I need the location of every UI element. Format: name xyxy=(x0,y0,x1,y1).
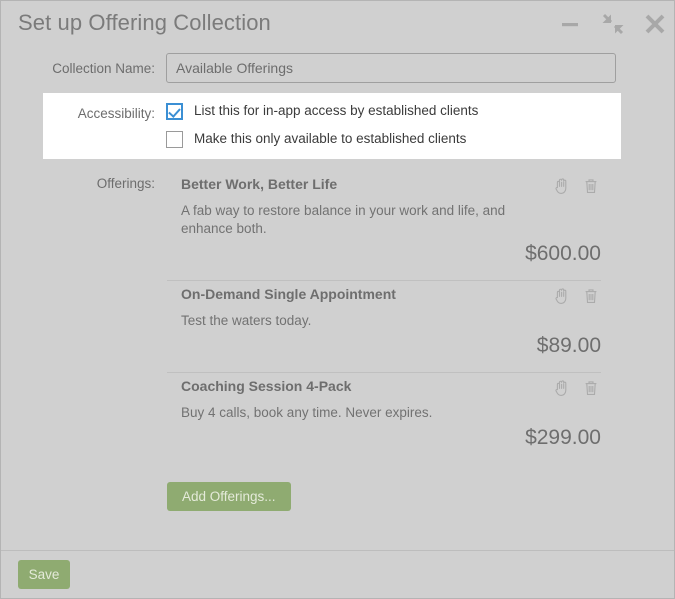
trash-icon[interactable] xyxy=(581,176,601,196)
offering-title: Better Work, Better Life xyxy=(181,176,338,192)
checkbox-established-clients-only[interactable] xyxy=(166,131,183,148)
offering-price: $89.00 xyxy=(536,334,601,357)
collection-name-row: Collection Name: xyxy=(1,53,674,87)
footer-divider xyxy=(1,550,674,551)
minimize-icon xyxy=(562,23,578,27)
save-button[interactable]: Save xyxy=(18,560,70,589)
offering-actions xyxy=(552,378,601,398)
offering-actions xyxy=(552,286,601,306)
trash-icon[interactable] xyxy=(581,378,601,398)
offering-description: Buy 4 calls, book any time. Never expire… xyxy=(181,405,433,420)
offering-item: On-Demand Single Appointment Test the wa… xyxy=(167,280,601,372)
title-bar: Set up Offering Collection xyxy=(1,1,674,47)
add-offerings-button[interactable]: Add Offerings... xyxy=(167,482,291,511)
offering-item: Coaching Session 4-Pack Buy 4 calls, boo… xyxy=(167,372,601,464)
offering-description: Test the waters today. xyxy=(181,313,312,328)
offering-item: Better Work, Better Life A fab way to re… xyxy=(167,171,601,280)
offerings-label: Offerings: xyxy=(96,176,155,191)
accessibility-panel: Accessibility: List this for in-app acce… xyxy=(43,93,621,159)
offering-description: A fab way to restore balance in your wor… xyxy=(181,203,506,236)
checkbox-label-list-in-app-access[interactable]: List this for in-app access by establish… xyxy=(194,103,478,118)
restore-down-icon xyxy=(602,13,624,35)
window-title: Set up Offering Collection xyxy=(18,10,271,35)
minimize-button[interactable] xyxy=(555,9,585,39)
restore-button[interactable] xyxy=(598,9,628,39)
checkbox-label-established-clients-only[interactable]: Make this only available to established … xyxy=(194,131,466,146)
offering-price: $600.00 xyxy=(525,242,601,265)
close-button[interactable] xyxy=(640,9,670,39)
collection-name-input[interactable] xyxy=(166,53,616,83)
hand-icon[interactable] xyxy=(552,176,572,196)
offering-title: Coaching Session 4-Pack xyxy=(181,378,352,394)
offering-title: On-Demand Single Appointment xyxy=(181,286,396,302)
checkbox-list-in-app-access[interactable] xyxy=(166,103,183,120)
offerings-list: Better Work, Better Life A fab way to re… xyxy=(167,171,601,464)
collection-name-label: Collection Name: xyxy=(52,61,155,76)
close-icon xyxy=(645,14,665,34)
offering-actions xyxy=(552,176,601,196)
hand-icon[interactable] xyxy=(552,378,572,398)
offering-collection-dialog: Set up Offering Collection Collection Na… xyxy=(0,0,675,599)
offering-price: $299.00 xyxy=(525,426,601,449)
hand-icon[interactable] xyxy=(552,286,572,306)
accessibility-label: Accessibility: xyxy=(77,106,155,121)
trash-icon[interactable] xyxy=(581,286,601,306)
